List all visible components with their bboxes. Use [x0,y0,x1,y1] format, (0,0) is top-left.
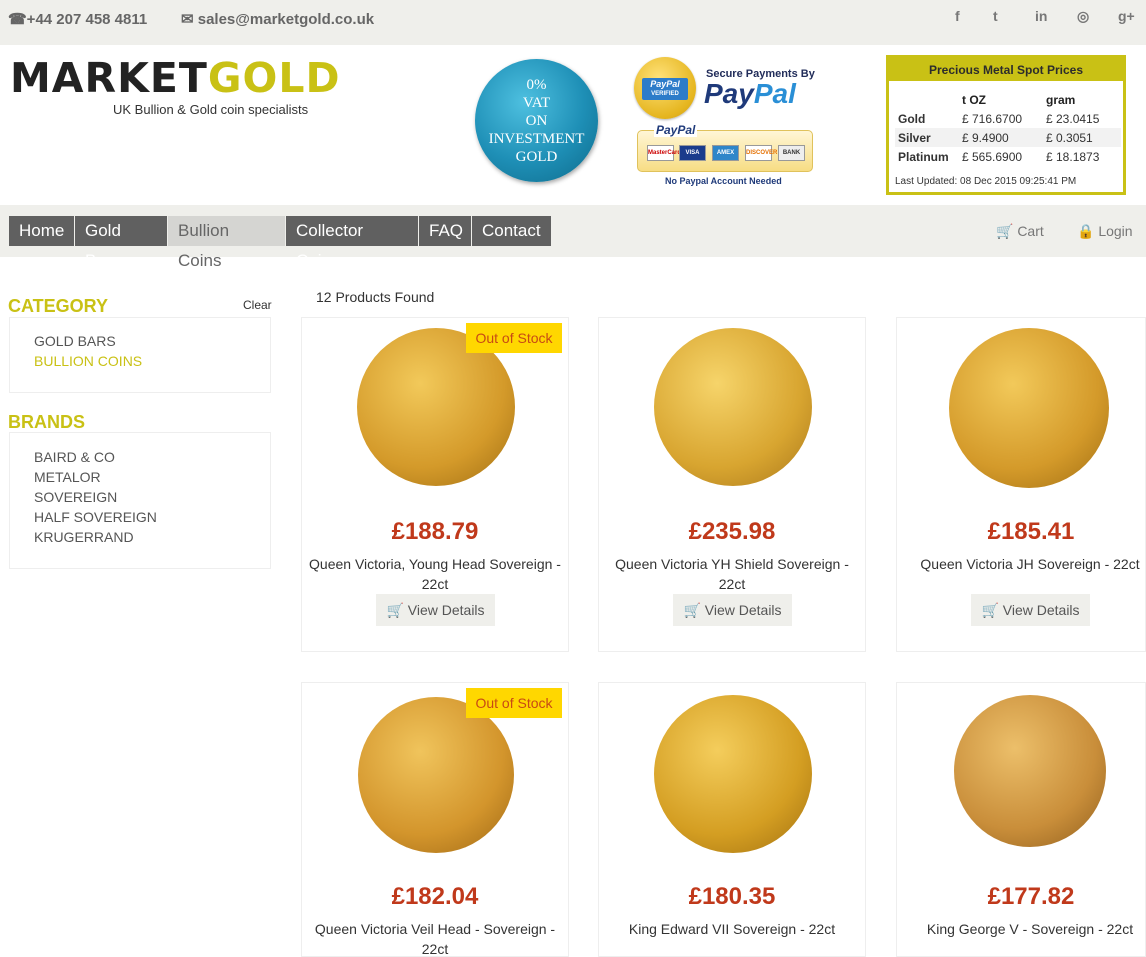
paypal-logo: PayPal [704,78,796,110]
amex-icon: AMEX [712,145,739,161]
last-updated: Last Updated: 08 Dec 2015 09:25:41 PM [895,176,1077,187]
discover-icon: DISCOVER [745,145,777,161]
price-toz: £ 9.4900 [959,128,1043,147]
category-gold-bars[interactable]: GOLD BARS [34,333,116,349]
metal-name: Platinum [898,149,949,164]
paypal-logo-pay: Pay [704,78,754,109]
paypal-cards-box: PayPal MasterCard VISA AMEX DISCOVER BAN… [637,123,813,172]
nav-home[interactable]: Home [9,216,74,246]
product-card[interactable]: Out of Stock £182.04 Queen Victoria Veil… [301,682,569,957]
cart-link[interactable]: 🛒 Cart [996,223,1044,240]
email-link[interactable]: ✉ sales@marketgold.co.uk [181,10,374,28]
spot-prices-panel: Precious Metal Spot Prices t OZ gram Gol… [886,55,1126,195]
spot-prices-title: Precious Metal Spot Prices [889,58,1123,81]
mastercard-icon: MasterCard [647,145,681,161]
logo-market: MARKET [10,54,208,102]
view-details-button[interactable]: 🛒 View Details [971,594,1090,626]
top-bar: ☎+44 207 458 4811 ✉ sales@marketgold.co.… [0,0,1146,45]
coin-image[interactable] [949,328,1109,488]
column-header [895,90,959,109]
clear-filter-link[interactable]: Clear [243,298,272,312]
product-price: £177.82 [987,883,1075,910]
nav-contact[interactable]: Contact [472,216,551,246]
facebook-icon[interactable]: f [955,8,960,24]
product-name[interactable]: Queen Victoria, Young Head Sovereign - 2… [308,554,562,594]
product-card[interactable]: £180.35 King Edward VII Sovereign - 22ct [598,682,866,957]
nav-gold-bars[interactable]: Gold Bars [75,216,167,270]
category-bullion-coins[interactable]: BULLION COINS [34,353,142,369]
product-price: £188.79 [391,518,479,545]
product-card[interactable]: £185.41 Queen Victoria JH Sovereign - 22… [896,317,1146,652]
product-name[interactable]: Queen Victoria JH Sovereign - 22ct [903,554,1146,574]
product-name[interactable]: Queen Victoria Veil Head - Sovereign - 2… [308,919,562,957]
tagline: UK Bullion & Gold coin specialists [113,102,309,117]
main-nav: Home Gold Bars Bullion Coins Collector C… [0,205,1146,270]
view-details-button[interactable]: 🛒 View Details [673,594,792,626]
logo-gold: GOLD [207,54,341,102]
price-toz: £ 565.6900 [962,149,1023,164]
brand-half-sovereign[interactable]: HALF SOVEREIGN [34,509,157,525]
spot-prices-table: t OZ gram Gold £ 716.6700 £ 23.0415 Silv… [895,90,1121,166]
site-logo[interactable]: MARKETGOLD [10,58,341,99]
product-name[interactable]: King Edward VII Sovereign - 22ct [605,919,859,939]
nav-collector-coins[interactable]: Collector Coins [286,216,418,270]
dribbble-icon[interactable]: ◎ [1077,8,1089,25]
paypal-note: No Paypal Account Needed [665,176,782,186]
column-header: t OZ [962,92,986,107]
category-title: CATEGORY [8,296,109,316]
brand-krugerrand[interactable]: KRUGERRAND [34,529,134,545]
linkedin-icon[interactable]: in [1035,8,1047,24]
out-of-stock-badge: Out of Stock [466,323,562,353]
vat-line: VAT [522,94,551,111]
brand-baird-co[interactable]: BAIRD & CO [34,449,115,465]
nav-faq[interactable]: FAQ [419,216,471,246]
paypal-seal-sub: VERIFIED [651,91,679,97]
brands-title: BRANDS [8,412,86,432]
view-details-button[interactable]: 🛒 View Details [376,594,495,626]
product-price: £185.41 [987,518,1075,545]
vat-line: ON [525,112,548,129]
bank-icon: BANK [778,145,805,161]
products-found-count: 12 Products Found [316,289,435,305]
product-name[interactable]: Queen Victoria YH Shield Sovereign - 22c… [605,554,859,594]
brand-metalor[interactable]: METALOR [34,469,101,485]
paypal-verified-seal: PayPal VERIFIED [634,57,696,119]
column-header: gram [1046,92,1076,107]
brand-sovereign[interactable]: SOVEREIGN [34,489,117,505]
visa-icon: VISA [679,145,706,161]
nav-bullion-coins[interactable]: Bullion Coins [168,216,285,270]
coin-image[interactable] [654,328,812,486]
vat-line: INVESTMENT [488,130,585,147]
coin-image[interactable] [654,695,812,853]
metal-name: Gold [898,111,926,126]
google-plus-icon[interactable]: g+ [1118,8,1135,24]
product-price: £182.04 [391,883,479,910]
vat-line: 0% [526,76,547,93]
paypal-seal-title: PayPal [650,79,680,89]
price-gram: £ 0.3051 [1043,128,1121,147]
product-card[interactable]: Out of Stock £188.79 Queen Victoria, You… [301,317,569,652]
metal-name: Silver [895,128,959,147]
product-price: £235.98 [688,518,776,545]
price-toz: £ 716.6700 [962,111,1023,126]
product-card[interactable]: £177.82 King George V - Sovereign - 22ct [896,682,1146,957]
paypal-seal-label: PayPal VERIFIED [642,78,688,100]
phone-number[interactable]: ☎+44 207 458 4811 [8,10,147,28]
paypal-box-title: PayPal [654,123,698,137]
product-price: £180.35 [688,883,776,910]
vat-badge: 0% VAT ON INVESTMENT GOLD [475,59,598,182]
price-gram: £ 18.1873 [1046,149,1100,164]
coin-image[interactable] [954,695,1106,847]
vat-line: GOLD [515,148,558,165]
login-link[interactable]: 🔒 Login [1077,223,1133,240]
product-card[interactable]: £235.98 Queen Victoria YH Shield Soverei… [598,317,866,652]
price-gram: £ 23.0415 [1046,111,1100,126]
paypal-logo-pal: Pal [753,78,796,109]
twitter-icon[interactable]: t [993,8,998,24]
product-name[interactable]: King George V - Sovereign - 22ct [903,919,1146,939]
coin-image[interactable] [358,697,514,853]
out-of-stock-badge: Out of Stock [466,688,562,718]
